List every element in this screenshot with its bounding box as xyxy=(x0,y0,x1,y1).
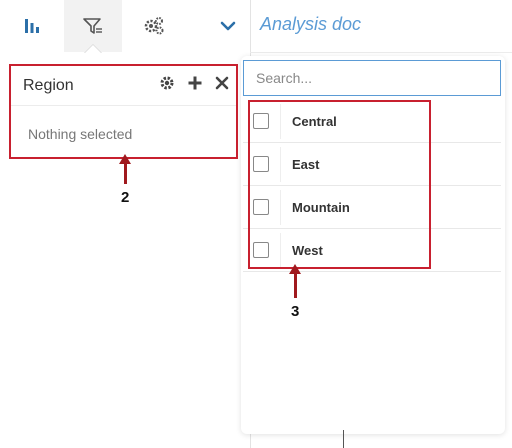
partial-axis-line xyxy=(343,430,344,448)
collapse-toolbar-button[interactable] xyxy=(206,0,250,52)
annotation-label-3: 3 xyxy=(291,303,300,320)
annotation-box-3 xyxy=(248,100,431,269)
active-tab-caret xyxy=(84,44,102,53)
chevron-down-icon xyxy=(220,21,236,31)
annotation-arrow-2 xyxy=(119,154,131,184)
header-divider xyxy=(250,52,512,53)
filter-icon xyxy=(83,18,102,34)
toolbar xyxy=(0,0,250,53)
visualization-tab[interactable] xyxy=(0,0,64,52)
annotation-box-2 xyxy=(9,64,238,159)
annotation-arrow-3 xyxy=(289,264,301,298)
bar-chart-icon xyxy=(25,19,39,33)
annotation-label-2: 2 xyxy=(121,189,130,206)
gears-icon xyxy=(144,17,164,35)
document-title: Analysis doc xyxy=(260,14,362,34)
settings-tab[interactable] xyxy=(122,0,186,52)
search-input[interactable] xyxy=(243,60,501,96)
